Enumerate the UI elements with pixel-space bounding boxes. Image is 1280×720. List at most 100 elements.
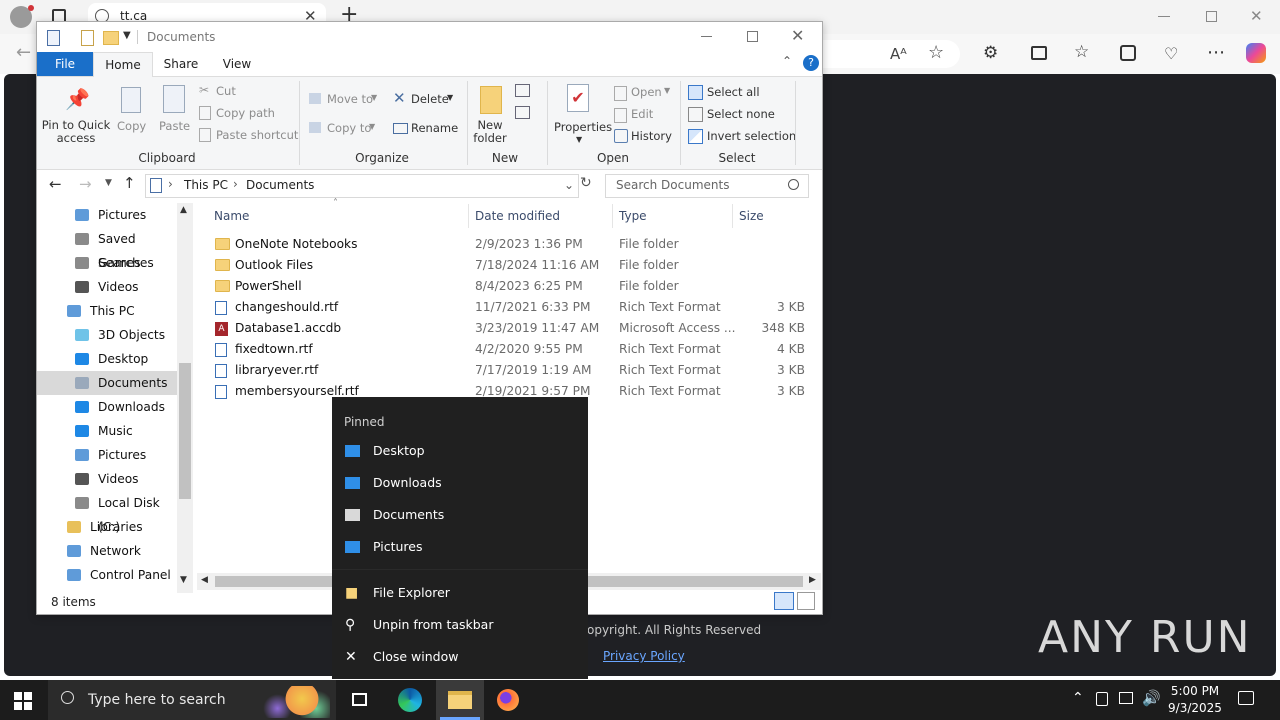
properties-button[interactable]: Properties: [554, 120, 612, 134]
paste-shortcut-button[interactable]: Paste shortcut: [216, 128, 298, 142]
properties-dropdown-icon[interactable]: ▼: [576, 135, 582, 144]
details-view-icon[interactable]: [774, 592, 794, 610]
address-path-box[interactable]: › This PC › Documents ⌄: [145, 174, 579, 198]
path-dropdown-icon[interactable]: ⌄: [564, 178, 574, 192]
tree-scrollbar[interactable]: ▲ ▼: [177, 203, 193, 593]
tab-file[interactable]: File: [37, 52, 93, 76]
privacy-policy-link[interactable]: Privacy Policy: [603, 649, 685, 663]
start-button[interactable]: [14, 692, 32, 710]
jump-action-close-window[interactable]: ✕ Close window: [332, 641, 588, 673]
taskbar-search-box[interactable]: Type here to search: [48, 680, 336, 720]
tree-scroll-thumb[interactable]: [179, 363, 191, 499]
collapse-ribbon-icon[interactable]: ⌃: [782, 54, 792, 68]
close-browser-icon[interactable]: ✕: [1250, 7, 1263, 25]
jump-action-unpin-from-taskbar[interactable]: ⚲ Unpin from taskbar: [332, 609, 588, 641]
jump-item-documents[interactable]: Documents: [332, 499, 588, 531]
scroll-up-icon[interactable]: ▲: [180, 205, 187, 215]
favorite-star-icon[interactable]: ☆: [928, 42, 944, 63]
file-row[interactable]: changeshould.rtf 11/7/2021 6:33 PM Rich Te…: [207, 297, 817, 318]
pin-to-quick-access-button[interactable]: Pin to Quick access: [41, 119, 111, 145]
scroll-down-icon[interactable]: ▼: [180, 575, 187, 585]
tree-item[interactable]: Libraries: [37, 515, 177, 539]
open-button[interactable]: Open: [631, 85, 662, 99]
back-icon[interactable]: ←: [16, 42, 31, 63]
invert-selection-button[interactable]: Invert selection: [707, 129, 796, 143]
copy-to-dropdown-icon[interactable]: ▼: [369, 122, 375, 131]
copy-to-button[interactable]: Copy to: [327, 121, 371, 135]
tree-item[interactable]: Videos: [37, 275, 177, 299]
read-aloud-icon[interactable]: Aᴬ: [890, 45, 907, 63]
up-button-icon[interactable]: ↑: [123, 174, 136, 192]
task-view-button[interactable]: [336, 680, 384, 720]
volume-icon[interactable]: 🔊: [1142, 689, 1161, 707]
new-item-icon[interactable]: [515, 84, 530, 97]
tree-item[interactable]: Documents: [37, 371, 177, 395]
delete-dropdown-icon[interactable]: ▼: [447, 93, 453, 102]
back-button-icon[interactable]: ←: [49, 175, 62, 193]
open-dropdown-icon[interactable]: ▼: [664, 86, 670, 95]
scroll-right-icon[interactable]: ▶: [809, 575, 816, 585]
rename-button[interactable]: Rename: [411, 121, 458, 135]
easy-access-icon[interactable]: [515, 106, 530, 119]
notifications-icon[interactable]: [1238, 691, 1254, 705]
quick-access-dropdown-icon[interactable]: ▼: [123, 30, 131, 41]
file-row[interactable]: A Database1.accdb 3/23/2019 11:47 AM Micros…: [207, 318, 817, 339]
tree-item[interactable]: This PC: [37, 299, 177, 323]
favorites-icon[interactable]: ☆: [1074, 42, 1089, 62]
jump-item-desktop[interactable]: Desktop: [332, 435, 588, 467]
more-menu-icon[interactable]: ⋯: [1207, 42, 1225, 63]
jump-action-file-explorer[interactable]: ■ File Explorer: [332, 577, 588, 609]
tree-item[interactable]: Music: [37, 419, 177, 443]
minimize-icon[interactable]: [701, 36, 712, 37]
titlebar-folder-icon[interactable]: [103, 31, 119, 45]
column-name[interactable]: Name: [214, 209, 249, 223]
maximize-icon[interactable]: [747, 31, 758, 42]
breadcrumb-documents[interactable]: Documents: [246, 178, 314, 192]
file-row[interactable]: PowerShell 8/4/2023 6:25 PM File folder: [207, 276, 817, 297]
tree-item[interactable]: Pictures: [37, 203, 177, 227]
collections-icon[interactable]: [1120, 45, 1136, 61]
tree-item[interactable]: Local Disk (C:): [37, 491, 177, 534]
tree-item[interactable]: Pictures: [37, 443, 177, 467]
tab-home[interactable]: Home: [93, 52, 153, 77]
copy-button[interactable]: Copy: [117, 119, 146, 133]
firefox-taskbar-button[interactable]: [484, 680, 532, 720]
titlebar-checklist-icon[interactable]: [81, 30, 94, 46]
tree-item[interactable]: Downloads: [37, 395, 177, 419]
column-date-modified[interactable]: Date modified: [475, 209, 560, 223]
select-all-button[interactable]: Select all: [707, 85, 760, 99]
close-window-icon[interactable]: ✕: [791, 26, 804, 45]
edge-taskbar-button[interactable]: [386, 680, 434, 720]
minimize-browser-icon[interactable]: [1158, 16, 1170, 17]
restore-browser-icon[interactable]: [1206, 11, 1217, 22]
network-tray-icon[interactable]: [1119, 692, 1133, 704]
file-row[interactable]: libraryever.rtf 7/17/2019 1:19 AM Rich Tex…: [207, 360, 817, 381]
tree-item[interactable]: 3D Objects: [37, 323, 177, 347]
copilot-icon[interactable]: [1246, 43, 1266, 63]
forward-button-icon[interactable]: →: [79, 175, 92, 193]
move-to-dropdown-icon[interactable]: ▼: [371, 93, 377, 102]
column-size[interactable]: Size: [739, 209, 764, 223]
tab-share[interactable]: Share: [157, 52, 205, 76]
usb-icon[interactable]: [1096, 692, 1108, 706]
file-row[interactable]: fixedtown.rtf 4/2/2020 9:55 PM Rich Text F…: [207, 339, 817, 360]
new-folder-button[interactable]: New folder: [471, 119, 509, 145]
tree-item[interactable]: Desktop: [37, 347, 177, 371]
select-none-button[interactable]: Select none: [707, 107, 775, 121]
scroll-left-icon[interactable]: ◀: [201, 575, 208, 585]
tree-item[interactable]: Network: [37, 539, 177, 563]
delete-button[interactable]: Delete: [411, 92, 449, 106]
jump-item-downloads[interactable]: Downloads: [332, 467, 588, 499]
column-type[interactable]: Type: [619, 209, 647, 223]
tree-item[interactable]: Saved Games: [37, 227, 177, 270]
tree-item[interactable]: Searches: [37, 251, 177, 275]
clock-time[interactable]: 5:00 PM: [1164, 684, 1226, 698]
move-to-button[interactable]: Move to: [327, 92, 373, 106]
refresh-icon[interactable]: ↻: [580, 175, 592, 191]
clock-date[interactable]: 9/3/2025: [1164, 701, 1226, 715]
jump-item-pictures[interactable]: Pictures: [332, 531, 588, 563]
tree-item[interactable]: Control Panel: [37, 563, 177, 587]
paste-button[interactable]: Paste: [159, 119, 190, 133]
split-screen-icon[interactable]: [1031, 46, 1047, 60]
history-button[interactable]: History: [631, 129, 672, 143]
